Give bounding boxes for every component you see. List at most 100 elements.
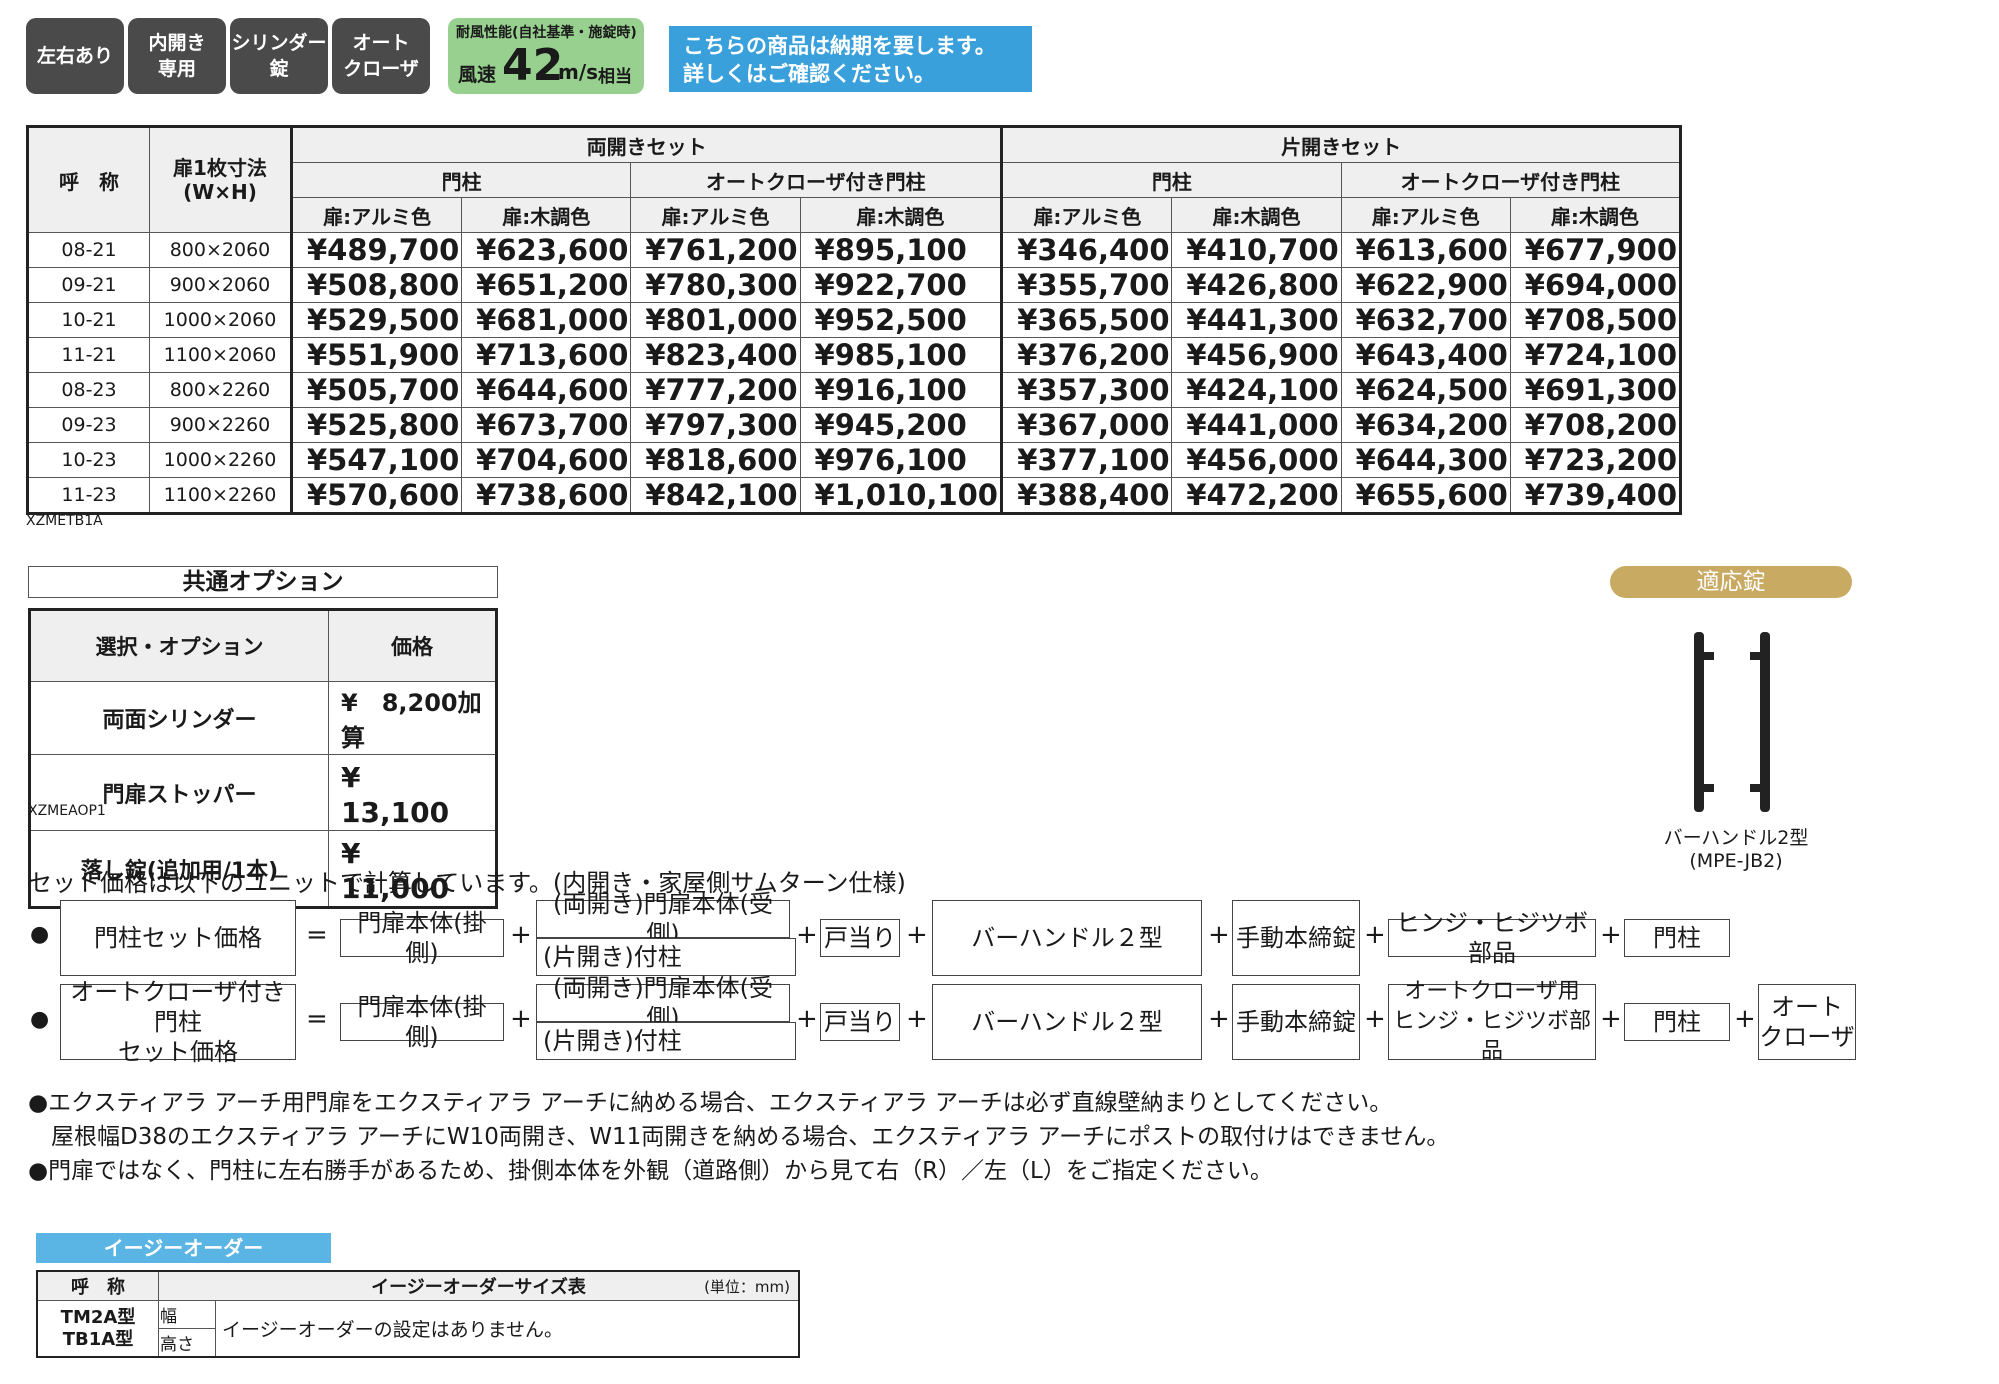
price-cell: ¥673,700	[461, 407, 632, 443]
table-row: 08-23 800×2260 ¥505,700 ¥644,600 ¥777,200 ¥91…	[27, 372, 1682, 408]
formula-bar-handle: バーハンドル２型	[932, 984, 1202, 1060]
formula-bullet: ●	[30, 1007, 50, 1032]
price-cell: ¥708,500	[1509, 302, 1682, 338]
option-price: ¥ 13,100	[328, 754, 497, 831]
price-cell: ¥704,600	[461, 442, 632, 478]
price-cell: ¥441,300	[1171, 302, 1342, 338]
formula-bar-handle: バーハンドル２型	[932, 900, 1202, 976]
table-row: 09-23 900×2260 ¥525,800 ¥673,700 ¥797,300 ¥94…	[27, 407, 1682, 443]
header-alu: 扉:アルミ色	[1340, 197, 1511, 233]
wind-unit: m/s	[558, 60, 599, 84]
price-cell: ¥441,000	[1171, 407, 1342, 443]
price-cell: ¥985,100	[799, 337, 1003, 373]
header-auto-post: オートクローザ付き門柱	[1340, 162, 1682, 198]
price-cell: ¥529,500	[289, 302, 463, 338]
price-cell: ¥895,100	[799, 232, 1003, 268]
formula-post: 門柱	[1624, 1003, 1730, 1041]
price-cell: ¥624,500	[1340, 372, 1511, 408]
price-cell: ¥622,900	[1340, 267, 1511, 303]
price-cell: ¥377,100	[1000, 442, 1173, 478]
formula-eq: =	[306, 1004, 328, 1034]
option-price: ¥ 8,200加算	[328, 681, 497, 755]
row-code: 09-21	[27, 267, 150, 303]
wind-suffix: 相当	[598, 67, 632, 87]
price-cell: ¥547,100	[289, 442, 463, 478]
price-cell: ¥505,700	[289, 372, 463, 408]
formula-set-label: 門柱セット価格	[60, 900, 296, 976]
delivery-notice: こちらの商品は納期を要します。 詳しくはご確認ください。	[669, 26, 1032, 92]
formula-receiver: (両開き)門扉本体(受側)	[536, 890, 790, 948]
row-size: 1000×2060	[149, 302, 292, 338]
price-cell: ¥1,010,100	[799, 477, 1003, 514]
table-row: 11-21 1100×2060 ¥551,900 ¥713,600 ¥823,400 ¥9…	[27, 337, 1682, 373]
formula-eq: =	[306, 920, 328, 950]
price-cell: ¥681,000	[461, 302, 632, 338]
price-cell: ¥797,300	[630, 407, 801, 443]
lock-model: (MPE-JB2)	[1689, 850, 1783, 872]
lock-title: 適応錠	[1610, 566, 1852, 598]
price-cell: ¥489,700	[289, 232, 463, 268]
formula-door-body: 門扉本体(掛側)	[340, 909, 504, 967]
price-cell: ¥376,200	[1000, 337, 1173, 373]
price-cell: ¥525,800	[289, 407, 463, 443]
row-size: 800×2060	[149, 232, 292, 268]
header-auto-post: オートクローザ付き門柱	[630, 162, 1003, 198]
price-cell: ¥708,200	[1509, 407, 1682, 443]
row-size: 900×2060	[149, 267, 292, 303]
price-cell: ¥643,400	[1340, 337, 1511, 373]
price-cell: ¥346,400	[1000, 232, 1173, 268]
price-cell: ¥739,400	[1509, 477, 1682, 514]
header-wood: 扉:木調色	[461, 197, 632, 233]
header-wood: 扉:木調色	[1509, 197, 1682, 233]
easy-order-table: 呼 称 イージーオーダーサイズ表 (単位：mm) TM2A型 TB1A型 幅 イ…	[36, 1270, 800, 1358]
table-row: 両面シリンダー ¥ 8,200加算	[29, 681, 497, 755]
formula-door-stop: 戸当り	[820, 1003, 900, 1041]
row-code: 11-23	[27, 477, 150, 514]
table-row: 10-23 1000×2260 ¥547,100 ¥704,600 ¥818,600 ¥9…	[27, 442, 1682, 478]
badge-auto-closer: オート クローザ	[332, 18, 430, 94]
easy-message: イージーオーダーの設定はありません。	[215, 1300, 800, 1358]
price-cell: ¥922,700	[799, 267, 1003, 303]
formula-door-stop: 戸当り	[820, 919, 900, 957]
formula-closer: オート クローザ	[1758, 984, 1856, 1060]
price-cell: ¥976,100	[799, 442, 1003, 478]
price-cell: ¥691,300	[1509, 372, 1682, 408]
header-post: 門柱	[289, 162, 632, 198]
price-cell: ¥634,200	[1340, 407, 1511, 443]
formula-plus: +	[510, 1004, 532, 1034]
header-alu: 扉:アルミ色	[289, 197, 463, 233]
table-row: 09-21 900×2060 ¥508,800 ¥651,200 ¥780,300 ¥92…	[27, 267, 1682, 303]
price-cell: ¥738,600	[461, 477, 632, 514]
formula-manual-lock: 手動本締錠	[1232, 900, 1360, 976]
price-cell: ¥818,600	[630, 442, 801, 478]
formula-door-body: 門扉本体(掛側)	[340, 993, 504, 1051]
price-cell: ¥724,100	[1509, 337, 1682, 373]
price-cell: ¥945,200	[799, 407, 1003, 443]
price-cell: ¥677,900	[1509, 232, 1682, 268]
badge-left-right: 左右あり	[26, 18, 124, 94]
header-double-set: 両開きセット	[289, 126, 1003, 163]
options-header-name: 選択・オプション	[29, 609, 329, 682]
formula-plus: +	[1208, 1004, 1230, 1034]
price-cell: ¥410,700	[1171, 232, 1342, 268]
options-code-note: XZMEAOP1	[28, 803, 106, 819]
price-code-note: XZMETB1A	[26, 513, 103, 529]
formula-post: 門柱	[1624, 919, 1730, 957]
easy-model-1: TM2A型	[60, 1306, 136, 1328]
note-line-3: ●門扉ではなく、門柱に左右勝手があるため、掛側本体を外観（道路側）から見て右（R…	[28, 1158, 1273, 1184]
price-cell: ¥823,400	[630, 337, 801, 373]
header-alu: 扉:アルミ色	[630, 197, 801, 233]
easy-width-label: 幅	[158, 1300, 216, 1329]
formula-plus: +	[906, 1004, 928, 1034]
table-row: 08-21 800×2060 ¥489,700 ¥623,600 ¥761,200 ¥89…	[27, 232, 1682, 268]
price-cell: ¥842,100	[630, 477, 801, 514]
formula-single-post: (片開き)付柱	[536, 1022, 796, 1060]
price-cell: ¥644,600	[461, 372, 632, 408]
badge-cylinder-lock: シリンダー 錠	[230, 18, 328, 94]
row-code: 08-21	[27, 232, 150, 268]
formula-plus: +	[796, 920, 818, 950]
note-line-1: ●エクスティアラ アーチ用門扉をエクスティアラ アーチに納める場合、エクスティア…	[28, 1090, 1393, 1116]
price-cell: ¥472,200	[1171, 477, 1342, 514]
easy-height-label: 高さ	[158, 1328, 216, 1358]
formula-manual-lock: 手動本締錠	[1232, 984, 1360, 1060]
